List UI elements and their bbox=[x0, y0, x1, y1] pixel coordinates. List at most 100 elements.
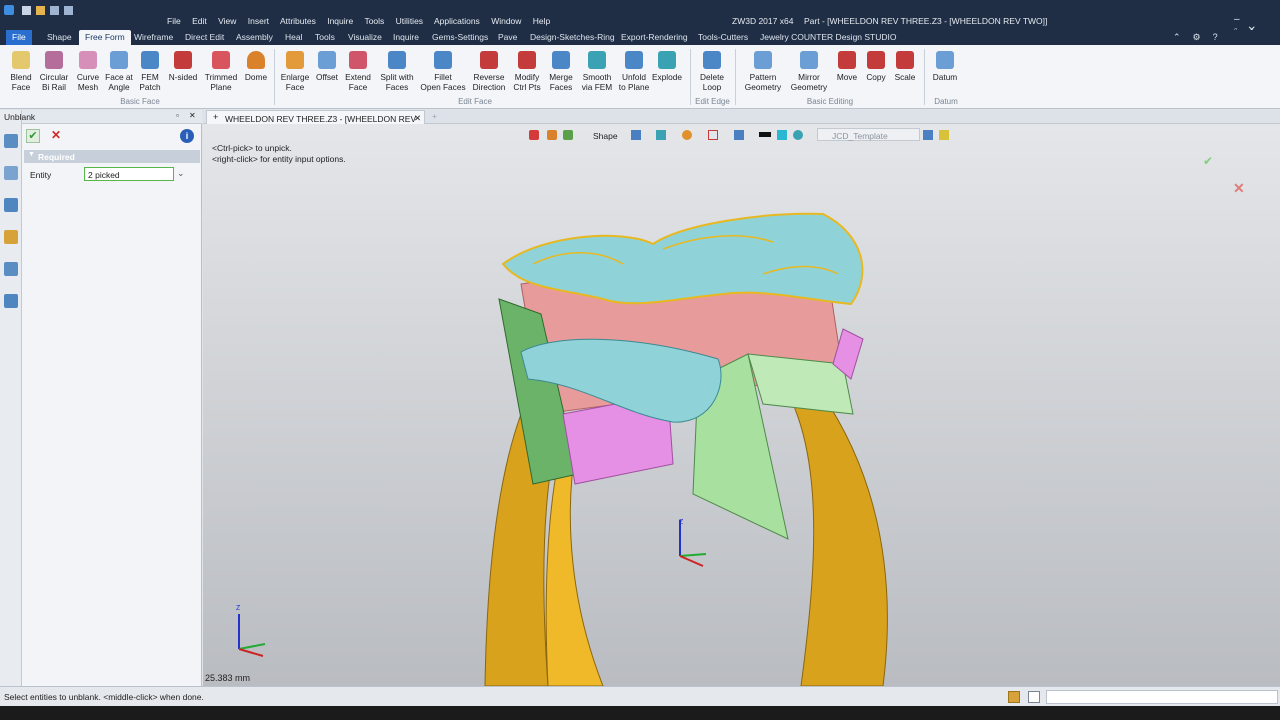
menu-utilities[interactable]: Utilities bbox=[396, 16, 423, 26]
dome-button[interactable]: Dome bbox=[242, 49, 270, 82]
tab-tools-cutters[interactable]: Tools-Cutters bbox=[692, 30, 754, 45]
new-tab-icon[interactable]: + bbox=[432, 111, 437, 121]
enlarge-face-icon bbox=[286, 51, 304, 69]
cancel-x-button[interactable]: ✕ bbox=[49, 129, 63, 143]
face-at-angle-button[interactable]: Face at Angle bbox=[103, 49, 135, 92]
history-icon[interactable] bbox=[4, 166, 18, 180]
modify-ctrl-pts-button[interactable]: Modify Ctrl Pts bbox=[510, 49, 544, 92]
entity-label: Entity bbox=[30, 170, 52, 180]
3d-viewport[interactable]: <Ctrl-pick> to unpick. <right-click> for… bbox=[203, 124, 1280, 686]
tab-export-rendering[interactable]: Export-Rendering bbox=[615, 30, 694, 45]
move-button[interactable]: Move bbox=[833, 49, 861, 82]
help-icon[interactable]: ? bbox=[1213, 32, 1230, 42]
reverse-direction-icon bbox=[480, 51, 498, 69]
smooth-via-fem-button[interactable]: Smooth via FEM bbox=[578, 49, 616, 92]
curve-mesh-icon bbox=[79, 51, 97, 69]
mirror-geometry-button[interactable]: Mirror Geometry bbox=[788, 49, 830, 92]
tab-pave[interactable]: Pave bbox=[492, 30, 523, 45]
entity-field[interactable]: 2 picked bbox=[84, 167, 174, 181]
fem-patch-icon bbox=[141, 51, 159, 69]
command-input[interactable] bbox=[1046, 690, 1278, 704]
app-title: ZW3D 2017 x64 bbox=[732, 16, 794, 26]
layer-icon[interactable] bbox=[4, 262, 18, 276]
merge-faces-button[interactable]: Merge Faces bbox=[545, 49, 577, 92]
offset-icon bbox=[318, 51, 336, 69]
scale-icon bbox=[896, 51, 914, 69]
enlarge-face-button[interactable]: Enlarge Face bbox=[278, 49, 312, 92]
tab-jewelry-counter[interactable]: Jewelry COUNTER Design STUDIO bbox=[754, 30, 903, 45]
tab-shape[interactable]: Shape bbox=[41, 30, 78, 45]
scale-button[interactable]: Scale bbox=[891, 49, 919, 82]
menu-inquire[interactable]: Inquire bbox=[327, 16, 353, 26]
tab-tools[interactable]: Tools bbox=[309, 30, 341, 45]
tab-wireframe[interactable]: Wireframe bbox=[128, 30, 179, 45]
split-with-faces-button[interactable]: Split with Faces bbox=[376, 49, 418, 92]
unfold-to-plane-button[interactable]: Unfold to Plane bbox=[617, 49, 651, 92]
curve-mesh-button[interactable]: Curve Mesh bbox=[73, 49, 103, 92]
menu-edit[interactable]: Edit bbox=[192, 16, 207, 26]
extend-face-button[interactable]: Extend Face bbox=[343, 49, 373, 92]
tab-file[interactable]: File bbox=[6, 30, 32, 45]
close-tab-icon[interactable]: ✕ bbox=[414, 113, 421, 124]
document-title: Part - [WHEELDON REV THREE.Z3 - [WHEELDO… bbox=[804, 16, 1048, 26]
delete-loop-button[interactable]: Delete Loop bbox=[696, 49, 728, 92]
view-icon[interactable] bbox=[4, 230, 18, 244]
menu-file[interactable]: File bbox=[167, 16, 181, 26]
quick-access-toolbar[interactable] bbox=[22, 6, 157, 16]
pattern-geometry-button[interactable]: Pattern Geometry bbox=[742, 49, 784, 92]
tab-free-form[interactable]: Free Form bbox=[79, 30, 131, 45]
list-icon[interactable] bbox=[1028, 691, 1040, 703]
n-sided-button[interactable]: N-sided bbox=[166, 49, 200, 82]
datum-icon bbox=[936, 51, 954, 69]
ribbon-right-controls[interactable]: ⌃⚙? bbox=[1173, 32, 1230, 43]
document-tab[interactable]: + WHEELDON REV THREE.Z3 - [WHEELDON REV … bbox=[206, 110, 425, 134]
teal-scroll-top bbox=[501, 212, 864, 306]
settings-gear-icon[interactable]: ⚙ bbox=[1193, 32, 1213, 42]
menu-view[interactable]: View bbox=[218, 16, 236, 26]
tab-assembly[interactable]: Assembly bbox=[230, 30, 279, 45]
close-panel-icon[interactable]: ✕ bbox=[189, 111, 196, 120]
menu-window[interactable]: Window bbox=[491, 16, 521, 26]
copy-button[interactable]: Copy bbox=[862, 49, 890, 82]
triad-z-label: Z bbox=[236, 605, 241, 612]
blend-face-button[interactable]: Blend Face bbox=[6, 49, 36, 92]
tab-design-sketches-ring[interactable]: Design-Sketches-Ring bbox=[524, 30, 621, 45]
ok-check-button[interactable]: ✔ bbox=[26, 129, 40, 143]
manager-icon[interactable] bbox=[4, 134, 18, 148]
fem-patch-button[interactable]: FEM Patch bbox=[136, 49, 164, 92]
menu-insert[interactable]: Insert bbox=[248, 16, 269, 26]
tab-heal[interactable]: Heal bbox=[279, 30, 308, 45]
collapse-ribbon-icon[interactable]: ⌃ bbox=[1173, 32, 1193, 42]
menu-attributes[interactable]: Attributes bbox=[280, 16, 316, 26]
notes-icon[interactable] bbox=[1008, 691, 1020, 703]
circular-bi-rail-button[interactable]: Circular Bi Rail bbox=[38, 49, 70, 92]
tab-inquire[interactable]: Inquire bbox=[387, 30, 425, 45]
user-icon[interactable] bbox=[4, 294, 18, 308]
datum-button[interactable]: Datum bbox=[930, 49, 960, 82]
trimmed-plane-button[interactable]: Trimmed Plane bbox=[202, 49, 240, 92]
delete-loop-icon bbox=[703, 51, 721, 69]
tab-direct-edit[interactable]: Direct Edit bbox=[179, 30, 230, 45]
entity-value: 2 picked bbox=[88, 170, 120, 180]
menu-tools[interactable]: Tools bbox=[364, 16, 384, 26]
menu-help[interactable]: Help bbox=[533, 16, 550, 26]
info-icon[interactable]: i bbox=[180, 129, 194, 143]
expand-options-icon[interactable]: ⌄ bbox=[177, 168, 185, 179]
tab-pin-icon: + bbox=[213, 112, 219, 122]
required-section-header[interactable]: ▼ Required bbox=[24, 150, 200, 163]
ribbon-panel: Blend Face Circular Bi Rail Curve Mesh Face… bbox=[0, 45, 1280, 109]
tab-visualize[interactable]: Visualize bbox=[342, 30, 388, 45]
pin-icon[interactable]: ▫ bbox=[176, 111, 179, 120]
group-label-basic-editing: Basic Editing bbox=[806, 97, 854, 106]
reverse-direction-button[interactable]: Reverse Direction bbox=[469, 49, 509, 92]
tab-gems-settings[interactable]: Gems-Settings bbox=[426, 30, 494, 45]
assembly-icon[interactable] bbox=[4, 198, 18, 212]
explode-button[interactable]: Explode bbox=[652, 49, 682, 82]
offset-button[interactable]: Offset bbox=[312, 49, 342, 82]
minimize-icon[interactable]: – bbox=[1234, 14, 1250, 25]
fillet-open-faces-button[interactable]: Fillet Open Faces bbox=[420, 49, 466, 92]
ring-model[interactable] bbox=[203, 124, 1280, 686]
ribbon-tab-bar: File Shape Free Form Wireframe Direct Ed… bbox=[0, 30, 1280, 45]
menu-applications[interactable]: Applications bbox=[434, 16, 480, 26]
menu-bar[interactable]: File Edit View Insert Attributes Inquire… bbox=[167, 16, 559, 26]
